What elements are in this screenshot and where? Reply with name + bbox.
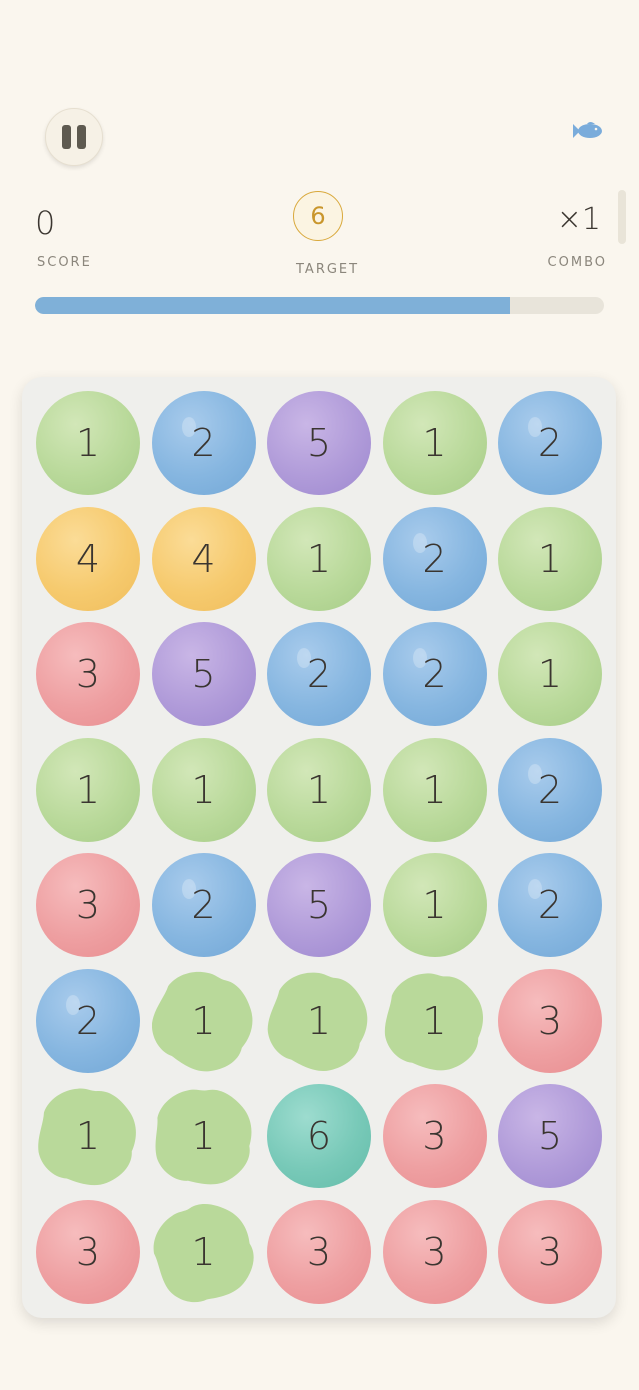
- ball-r1-c2[interactable]: 2: [151, 391, 256, 495]
- ball-r3-c3[interactable]: 2: [267, 622, 371, 726]
- ball-number: 2: [537, 421, 563, 465]
- ball-number: 1: [75, 1114, 101, 1158]
- ball-r4-c5[interactable]: 2: [498, 737, 602, 842]
- ball-r3-c5[interactable]: 1: [498, 622, 602, 726]
- ball-number: 1: [191, 998, 216, 1043]
- ball-number: 1: [422, 767, 447, 812]
- ball-r2-c1[interactable]: 4: [36, 506, 140, 611]
- ball-r7-c5[interactable]: 5: [498, 1084, 602, 1188]
- ball-number: 5: [306, 883, 332, 927]
- ball-number: 1: [75, 767, 101, 812]
- ball-r7-c1[interactable]: 1: [36, 1084, 140, 1188]
- pause-button[interactable]: [45, 108, 103, 166]
- ball-number: 5: [191, 652, 216, 696]
- progress-bar: [35, 297, 604, 314]
- ball-r8-c3[interactable]: 3: [267, 1199, 371, 1304]
- ball-number: 1: [306, 998, 332, 1043]
- target-badge: 6: [293, 191, 343, 241]
- ball-number: 1: [306, 767, 332, 812]
- ball-number: 2: [191, 421, 216, 465]
- game-screen: 0 SCORE 6 TARGET ×1 COMBO 1 2 5 1 2 4 4 1 2 1 3 5 2 2…: [0, 0, 639, 1390]
- ball-r7-c2[interactable]: 1: [152, 1084, 256, 1188]
- ball-r5-c5[interactable]: 2: [498, 853, 602, 957]
- ball-r2-c2[interactable]: 4: [151, 506, 256, 611]
- ball-r6-c2[interactable]: 1: [151, 969, 256, 1073]
- ball-r1-c4[interactable]: 1: [382, 391, 487, 495]
- ball-number: 2: [75, 998, 101, 1043]
- target-value: 6: [310, 202, 326, 230]
- ball-r1-c3[interactable]: 5: [267, 391, 371, 495]
- ball-number: 1: [422, 883, 447, 927]
- ball-r6-c3[interactable]: 1: [267, 969, 371, 1073]
- ball-r2-c4[interactable]: 2: [382, 506, 487, 611]
- game-board: 1 2 5 1 2 4 4 1 2 1 3 5 2 2 1 1 1 1 1 2 3 2 5 1 2 2 1 1 1 3 1 1 6 3 5 3 1 3 3 3: [22, 377, 616, 1318]
- fish-icon[interactable]: [570, 120, 604, 142]
- combo-label: COMBO: [547, 255, 607, 270]
- ball-r2-c5[interactable]: 1: [498, 506, 602, 611]
- target-label: TARGET: [296, 262, 360, 277]
- ball-r1-c1[interactable]: 1: [36, 391, 140, 495]
- ball-number: 6: [306, 1114, 332, 1158]
- ball-number: 2: [422, 652, 447, 696]
- ball-number: 3: [75, 652, 101, 696]
- ball-number: 1: [75, 421, 101, 465]
- ball-r4-c1[interactable]: 1: [36, 737, 140, 842]
- ball-r8-c5[interactable]: 3: [498, 1199, 602, 1304]
- ball-r8-c1[interactable]: 3: [36, 1199, 140, 1304]
- ball-number: 1: [191, 1229, 216, 1274]
- ball-r8-c4[interactable]: 3: [382, 1199, 487, 1304]
- ball-number: 1: [191, 767, 216, 812]
- ball-number: 4: [191, 536, 216, 581]
- progress-fill: [35, 297, 511, 314]
- score-value: 0: [35, 204, 56, 242]
- ball-r6-c1[interactable]: 2: [36, 968, 140, 1073]
- ball-number: 5: [537, 1114, 563, 1158]
- ball-number: 2: [537, 883, 563, 927]
- ball-number: 3: [537, 998, 563, 1043]
- ball-r4-c2[interactable]: 1: [151, 737, 256, 842]
- ball-r7-c4[interactable]: 3: [382, 1084, 487, 1188]
- ball-r5-c4[interactable]: 1: [382, 853, 487, 957]
- ball-r4-c3[interactable]: 1: [267, 737, 371, 842]
- ball-number: 3: [537, 1229, 563, 1274]
- ball-r5-c2[interactable]: 2: [151, 853, 256, 957]
- ball-r3-c2[interactable]: 5: [151, 622, 256, 726]
- ball-r1-c5[interactable]: 2: [498, 391, 602, 495]
- ball-r6-c5[interactable]: 3: [498, 968, 602, 1073]
- ball-number: 3: [306, 1229, 332, 1274]
- ball-number: 1: [537, 652, 563, 696]
- ball-number: 2: [422, 536, 447, 581]
- ball-r2-c3[interactable]: 1: [267, 506, 371, 611]
- ball-number: 5: [306, 421, 332, 465]
- ball-r7-c3[interactable]: 6: [267, 1084, 371, 1188]
- ball-number: 2: [537, 767, 563, 812]
- ball-number: 3: [422, 1229, 447, 1274]
- ball-r3-c4[interactable]: 2: [382, 622, 487, 726]
- ball-number: 3: [422, 1114, 447, 1158]
- score-label: SCORE: [37, 255, 92, 270]
- ball-r3-c1[interactable]: 3: [36, 622, 140, 726]
- pause-icon-bar-left: [62, 125, 71, 149]
- ball-number: 1: [422, 421, 447, 465]
- ball-number: 2: [306, 652, 332, 696]
- ball-r8-c2[interactable]: 1: [152, 1200, 256, 1304]
- ball-r6-c4[interactable]: 1: [383, 969, 487, 1073]
- ball-r5-c3[interactable]: 5: [267, 853, 371, 957]
- ball-number: 4: [75, 536, 101, 581]
- scroll-handle[interactable]: [618, 190, 626, 244]
- ball-number: 1: [422, 998, 447, 1043]
- ball-r4-c4[interactable]: 1: [382, 737, 487, 842]
- ball-number: 3: [75, 1229, 101, 1274]
- ball-number: 1: [191, 1114, 216, 1158]
- ball-number: 1: [306, 536, 332, 581]
- pause-icon-bar-right: [77, 125, 86, 149]
- ball-r5-c1[interactable]: 3: [36, 853, 140, 957]
- ball-number: 2: [191, 883, 216, 927]
- ball-number: 3: [75, 883, 101, 927]
- ball-number: 1: [537, 536, 563, 581]
- combo-value: ×1: [556, 202, 601, 237]
